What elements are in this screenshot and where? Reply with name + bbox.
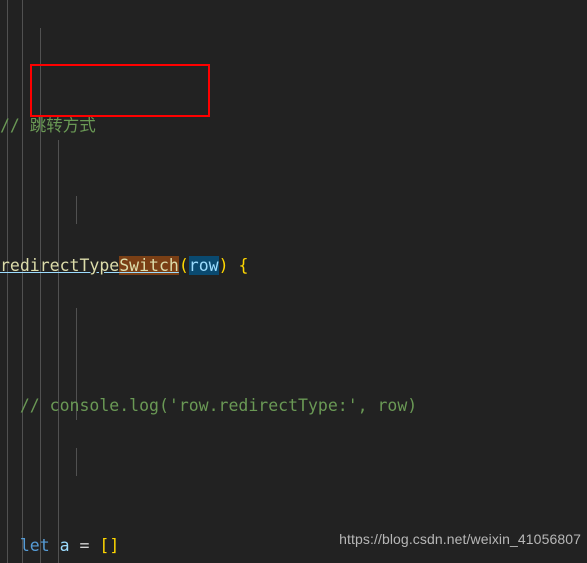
line4-assign: = — [79, 536, 90, 555]
line4-bracket-open: [ — [99, 536, 110, 555]
line2-open-paren: ( — [178, 256, 189, 275]
line4-variable-a: a — [59, 536, 70, 555]
code-line-2: redirectTypeSwitch(row) { — [0, 252, 587, 280]
line4-bracket-close: ] — [109, 536, 120, 555]
line2-open-brace: { — [238, 256, 249, 275]
code-area[interactable]: // 跳转方式 redirectTypeSwitch(row) { // con… — [0, 0, 587, 563]
line3-comment: // console.log('row.redirectType:', row) — [19, 396, 418, 415]
line4-let-keyword: let — [19, 536, 50, 555]
line2-close-paren: ) — [218, 256, 229, 275]
code-editor[interactable]: // 跳转方式 redirectTypeSwitch(row) { // con… — [0, 0, 587, 563]
code-line-1: // 跳转方式 — [0, 112, 587, 140]
line2-param-row: row — [188, 256, 219, 275]
watermark-url: https://blog.csdn.net/weixin_41056807 — [339, 531, 581, 547]
line2-selected-switch: Switch — [119, 256, 179, 275]
code-line-3: // console.log('row.redirectType:', row) — [0, 392, 587, 420]
line1-comment: // 跳转方式 — [0, 116, 96, 135]
line2-method-name: redirectType — [0, 256, 120, 275]
